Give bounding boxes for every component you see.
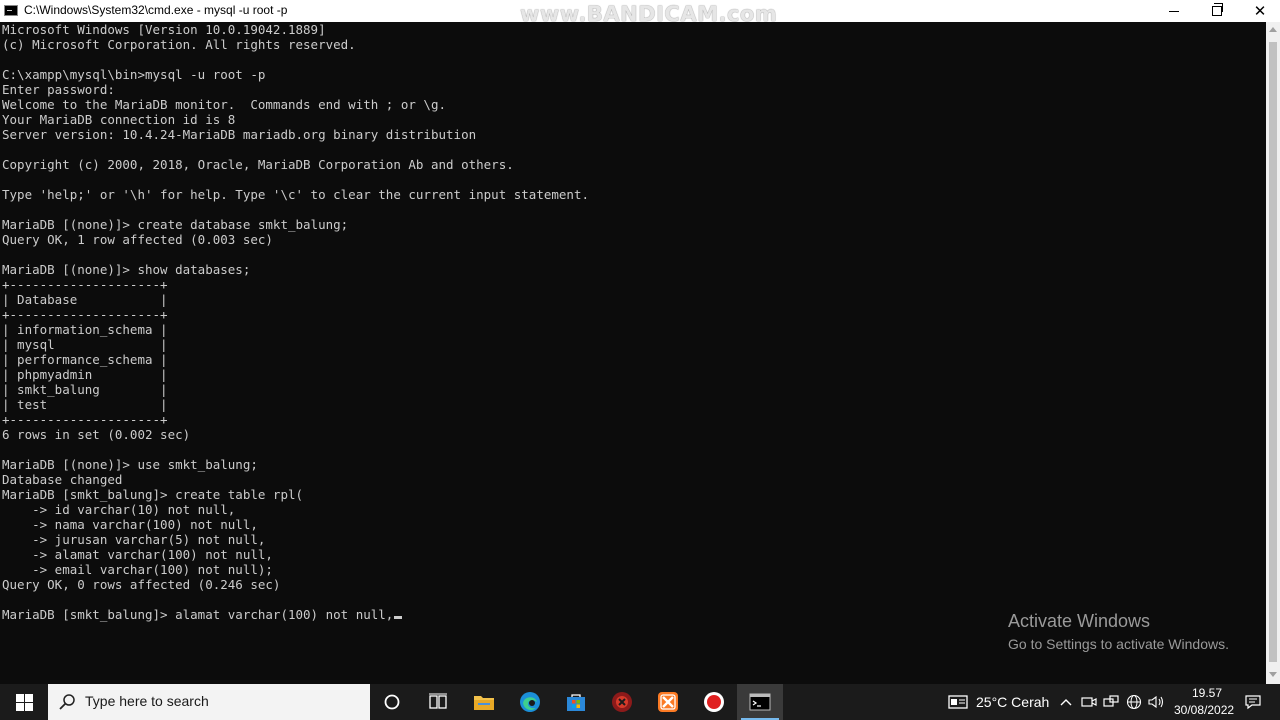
taskbar: Type here to search 25°C Cerah 19.57 30/…: [0, 684, 1280, 720]
network-icon[interactable]: [1102, 693, 1120, 711]
scroll-up-icon[interactable]: [1269, 27, 1277, 32]
console-line: -> jurusan varchar(5) not null,: [32, 532, 266, 547]
task-view-button[interactable]: [415, 684, 461, 720]
chevron-up-icon: [1060, 699, 1072, 706]
windows-logo-icon: [15, 693, 33, 711]
activate-windows-notice: Activate Windows Go to Settings to activ…: [1008, 611, 1229, 654]
cmd-button[interactable]: [737, 684, 783, 720]
console-line: -> id varchar(10) not null,: [32, 502, 236, 517]
cortana-icon: [384, 694, 400, 710]
edge-button[interactable]: [507, 684, 553, 720]
console-line: | mysql |: [2, 337, 168, 352]
console-line: Query OK, 0 rows affected (0.246 sec): [2, 577, 281, 592]
console-line: MariaDB [(none)]> use smkt_balung;: [2, 457, 258, 472]
action-center-icon: [1245, 695, 1261, 710]
console-line: MariaDB [(none)]> create database smkt_b…: [2, 217, 349, 232]
xampp-button[interactable]: [645, 684, 691, 720]
bandicam-icon: [704, 692, 724, 712]
console-line: | phpmyadmin |: [2, 367, 168, 382]
console-line: MariaDB [smkt_balung]> create table rpl(: [2, 487, 304, 502]
vertical-scrollbar[interactable]: [1266, 22, 1280, 684]
console-line: +--------------------+: [2, 277, 168, 292]
volume-icon[interactable]: [1148, 693, 1166, 711]
show-hidden-icons-icon[interactable]: [1057, 693, 1075, 711]
news-weather-icon: [948, 695, 968, 709]
language-icon[interactable]: [1125, 693, 1143, 711]
console-line: Query OK, 1 row affected (0.003 sec): [2, 232, 273, 247]
console-line: | performance_schema |: [2, 352, 168, 367]
cmd-icon: [749, 693, 771, 711]
cortana-button[interactable]: [369, 684, 415, 720]
console-input-line[interactable]: MariaDB [smkt_balung]> alamat varchar(10…: [2, 607, 393, 622]
console-line: | information_schema |: [2, 322, 168, 337]
close-icon: ✕: [1253, 2, 1267, 20]
console-line: Enter password:: [2, 82, 115, 97]
console-line: (c) Microsoft Corporation. All rights re…: [2, 37, 356, 52]
console-line: Welcome to the MariaDB monitor. Commands…: [2, 97, 447, 112]
clock-time[interactable]: 19.57: [1188, 686, 1226, 700]
meet-now-icon[interactable]: [1080, 693, 1098, 711]
console-history: Microsoft Windows [Version 10.0.19042.18…: [2, 22, 589, 592]
close-button[interactable]: ✕: [1237, 0, 1280, 22]
search-placeholder: Type here to search: [85, 693, 209, 709]
notifications-icon[interactable]: [1244, 693, 1262, 711]
restore-icon: [1212, 3, 1223, 16]
task-view-icon: [429, 693, 447, 709]
minimize-icon: [1169, 10, 1179, 12]
store-icon: [567, 694, 585, 711]
console-line: | smkt_balung |: [2, 382, 168, 397]
edge-icon: [520, 692, 540, 712]
bandicam-button[interactable]: [691, 684, 737, 720]
weather-icon[interactable]: [947, 693, 969, 711]
console-line: +--------------------+: [2, 307, 168, 322]
antivirus-icon: [612, 692, 632, 712]
file-explorer-icon: [474, 696, 494, 710]
console-line: Your MariaDB connection id is 8: [2, 112, 236, 127]
console-line: Microsoft Windows [Version 10.0.19042.18…: [2, 22, 326, 37]
restore-button[interactable]: [1194, 0, 1240, 22]
console-line: +--------------------+: [2, 412, 168, 427]
search-icon: [59, 694, 75, 710]
minimize-button[interactable]: [1151, 0, 1197, 22]
console-line: -> email varchar(100) not null);: [32, 562, 273, 577]
console-output: Microsoft Windows [Version 10.0.19042.18…: [2, 22, 589, 622]
scroll-down-icon[interactable]: [1269, 672, 1277, 677]
console-line: -> nama varchar(100) not null,: [32, 517, 258, 532]
taskbar-search-box[interactable]: Type here to search: [48, 684, 370, 720]
console-line: C:\xampp\mysql\bin>mysql -u root -p: [2, 67, 266, 82]
window-title-bar[interactable]: C:\Windows\System32\cmd.exe - mysql -u r…: [0, 0, 1280, 26]
speaker-icon: [1148, 695, 1164, 709]
weather-text[interactable]: 25°C Cerah: [976, 694, 1049, 710]
file-explorer-button[interactable]: [461, 684, 507, 720]
xampp-icon: [658, 692, 678, 712]
scroll-thumb[interactable]: [1269, 42, 1277, 662]
console-line: -> alamat varchar(100) not null,: [32, 547, 273, 562]
ethernet-icon: [1103, 695, 1119, 707]
antivirus-button[interactable]: [599, 684, 645, 720]
activate-windows-title: Activate Windows: [1008, 611, 1151, 631]
cmd-window-icon[interactable]: [4, 5, 18, 16]
console-area[interactable]: Microsoft Windows [Version 10.0.19042.18…: [0, 22, 1266, 684]
activate-windows-subtitle: Go to Settings to activate Windows.: [1008, 636, 1229, 652]
window-title: C:\Windows\System32\cmd.exe - mysql -u r…: [24, 3, 288, 17]
globe-icon: [1126, 694, 1142, 710]
start-button[interactable]: [0, 684, 48, 720]
console-line: MariaDB [(none)]> show databases;: [2, 262, 251, 277]
console-line: Copyright (c) 2000, 2018, Oracle, MariaD…: [2, 157, 514, 172]
console-line: 6 rows in set (0.002 sec): [2, 427, 191, 442]
console-line: | test |: [2, 397, 168, 412]
store-button[interactable]: [553, 684, 599, 720]
console-line: Type 'help;' or '\h' for help. Type '\c'…: [2, 187, 589, 202]
console-line: | Database |: [2, 292, 168, 307]
console-line: Database changed: [2, 472, 123, 487]
text-cursor: [394, 616, 403, 619]
camera-icon: [1081, 697, 1097, 707]
console-line: Server version: 10.4.24-MariaDB mariadb.…: [2, 127, 477, 142]
clock-date[interactable]: 30/08/2022: [1174, 703, 1234, 717]
